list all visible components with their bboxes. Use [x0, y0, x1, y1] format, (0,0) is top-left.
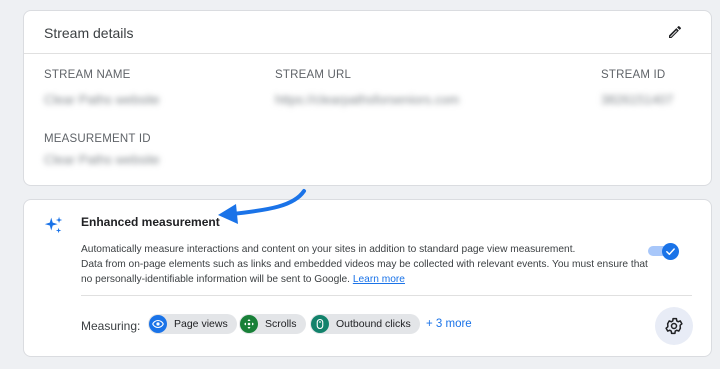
enhanced-measurement-title: Enhanced measurement — [81, 215, 220, 229]
stream-url-label: STREAM URL — [275, 69, 352, 81]
chip-label: Outbound clicks — [336, 318, 411, 330]
stream-details-title: Stream details — [44, 25, 134, 41]
measurement-id-label: MEASUREMENT ID — [44, 133, 151, 145]
enhanced-description: Automatically measure interactions and c… — [81, 242, 651, 287]
measuring-label: Measuring: — [81, 319, 141, 333]
stream-url-value: https://clearpathsforseniors.com — [275, 92, 460, 107]
learn-more-link[interactable]: Learn more — [353, 274, 405, 285]
annotation-arrow-icon — [218, 189, 306, 224]
mouse-icon — [311, 315, 329, 333]
toggle-thumb — [662, 243, 679, 260]
more-measurements-link[interactable]: + 3 more — [426, 318, 472, 330]
enhanced-measurement-toggle[interactable] — [648, 243, 679, 260]
measurement-id-value: Clear Paths website — [44, 152, 160, 167]
stream-id-value: 3826151407 — [601, 92, 674, 107]
chip-label: Scrolls — [265, 318, 297, 330]
gear-icon — [665, 317, 683, 335]
description-line-1: Automatically measure interactions and c… — [81, 244, 576, 255]
stream-details-header: Stream details — [24, 11, 711, 54]
check-icon — [666, 248, 675, 255]
sparkle-icon — [44, 216, 63, 234]
divider — [81, 295, 692, 296]
scroll-crosshair-icon — [240, 315, 258, 333]
enhanced-measurement-card: Enhanced measurement Automatically measu… — [23, 189, 712, 357]
stream-id-label: STREAM ID — [601, 69, 666, 81]
chip-page-views[interactable]: Page views — [148, 314, 237, 334]
stream-details-card: Stream details STREAM NAME Clear Paths w… — [23, 10, 712, 186]
edit-stream-button[interactable] — [665, 22, 685, 42]
chip-scrolls[interactable]: Scrolls — [239, 314, 306, 334]
eye-icon — [149, 315, 167, 333]
stream-name-value: Clear Paths website — [44, 92, 160, 107]
stream-name-label: STREAM NAME — [44, 69, 131, 81]
chip-outbound-clicks[interactable]: Outbound clicks — [310, 314, 420, 334]
pencil-icon — [669, 25, 682, 38]
chip-label: Page views — [174, 318, 228, 330]
enhanced-settings-button[interactable] — [655, 307, 693, 345]
